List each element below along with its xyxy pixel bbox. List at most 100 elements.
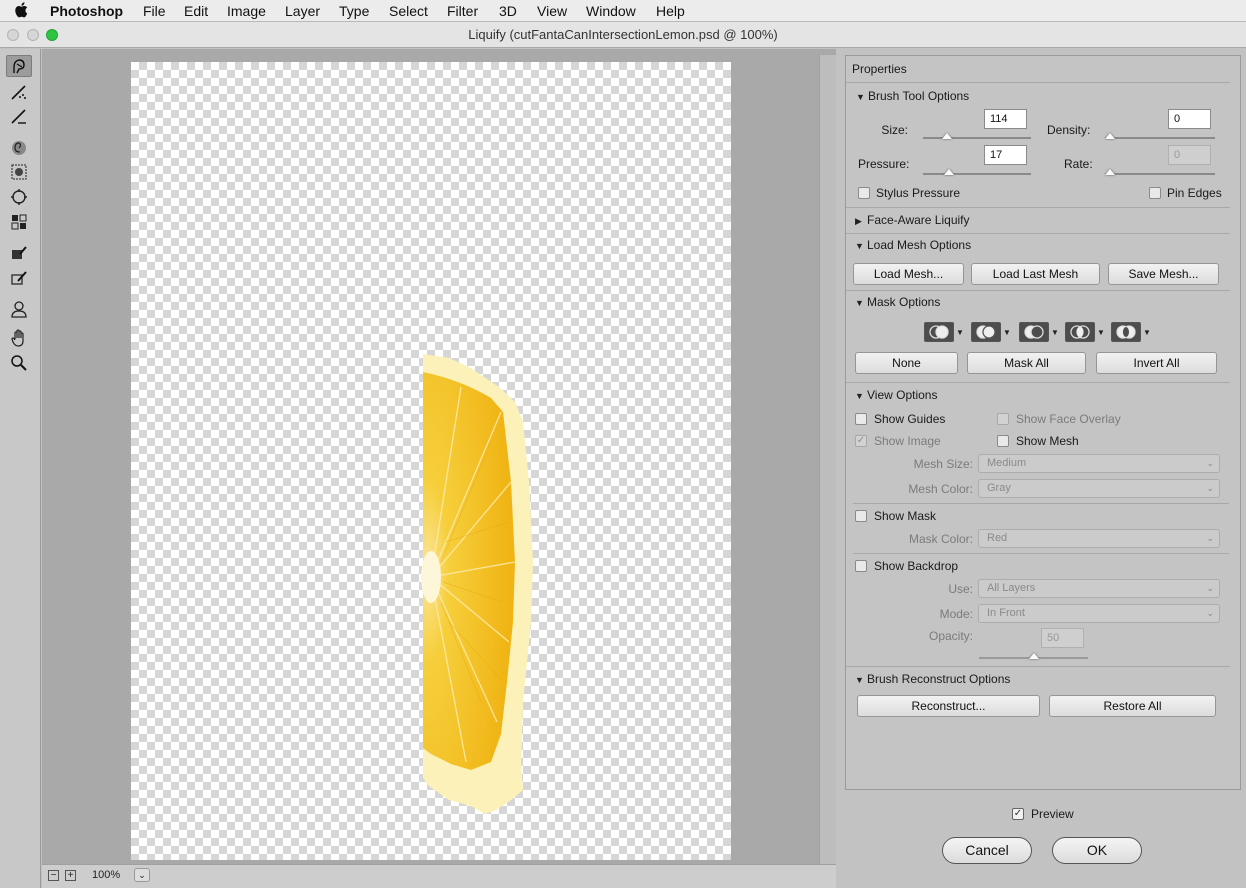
size-label: Size:	[881, 123, 908, 137]
subtract-from-selection-mask-icon[interactable]: ▼	[1019, 322, 1059, 342]
chevron-down-icon: ⌄	[1206, 608, 1214, 618]
load-mesh-options-header[interactable]: ▼ Load Mesh Options	[855, 238, 971, 252]
zoom-bar: − + 100% ⌄	[42, 864, 836, 888]
lemon-slice-image	[421, 354, 533, 814]
mesh-size-select: Medium ⌄	[978, 454, 1220, 473]
menu-view[interactable]: View	[537, 3, 567, 19]
zoom-dropdown-icon[interactable]: ⌄	[134, 868, 150, 882]
pressure-label: Pressure:	[858, 157, 910, 171]
stylus-pressure-checkbox[interactable]	[858, 187, 870, 199]
mask-options-header[interactable]: ▼ Mask Options	[855, 295, 940, 309]
load-last-mesh-button[interactable]: Load Last Mesh	[971, 263, 1100, 285]
liquify-tools-panel	[0, 49, 41, 888]
zoom-out-button[interactable]: −	[48, 870, 59, 881]
pucker-tool-icon[interactable]	[6, 161, 32, 183]
pressure-slider-thumb[interactable]	[943, 169, 954, 175]
window-title: Liquify (cutFantaCanIntersectionLemon.ps…	[468, 27, 778, 42]
cancel-button[interactable]: Cancel	[942, 837, 1032, 864]
mesh-size-label: Mesh Size:	[913, 457, 973, 471]
document-canvas[interactable]	[131, 62, 731, 860]
menu-image[interactable]: Image	[227, 3, 266, 19]
expanded-triangle-icon: ▼	[856, 92, 865, 102]
hand-tool-icon[interactable]	[6, 327, 32, 349]
show-face-overlay-checkbox	[997, 413, 1009, 425]
use-label: Use:	[948, 582, 973, 596]
rate-label: Rate:	[1064, 157, 1093, 171]
preview-label: Preview	[1031, 807, 1074, 821]
show-image-label: Show Image	[874, 434, 941, 448]
pressure-field[interactable]: 17	[984, 145, 1027, 165]
smooth-tool-icon[interactable]	[6, 105, 32, 127]
zoom-in-button[interactable]: +	[65, 870, 76, 881]
menu-3d[interactable]: 3D	[499, 3, 517, 19]
density-slider-thumb[interactable]	[1105, 133, 1115, 139]
density-field[interactable]: 0	[1168, 109, 1211, 129]
pin-edges-checkbox[interactable]	[1149, 187, 1161, 199]
reconstruct-tool-icon[interactable]	[6, 81, 32, 103]
size-field[interactable]: 114	[984, 109, 1027, 129]
menu-help[interactable]: Help	[656, 3, 685, 19]
mesh-color-label: Mesh Color:	[908, 482, 973, 496]
menu-bar: Photoshop File Edit Image Layer Type Sel…	[0, 0, 1246, 22]
thaw-mask-tool-icon[interactable]	[6, 267, 32, 289]
twirl-clockwise-tool-icon[interactable]	[6, 137, 32, 159]
menu-type[interactable]: Type	[339, 3, 369, 19]
ok-button[interactable]: OK	[1052, 837, 1142, 864]
menu-filter[interactable]: Filter	[447, 3, 478, 19]
face-tool-icon[interactable]	[6, 298, 32, 320]
show-image-checkbox: ✓	[855, 435, 867, 447]
menu-edit[interactable]: Edit	[184, 3, 208, 19]
push-left-tool-icon[interactable]	[6, 211, 32, 233]
menu-layer[interactable]: Layer	[285, 3, 320, 19]
save-mesh-button[interactable]: Save Mesh...	[1108, 263, 1219, 285]
menu-window[interactable]: Window	[586, 3, 636, 19]
opacity-field: 50	[1041, 628, 1084, 648]
expanded-triangle-icon: ▼	[855, 298, 864, 308]
freeze-mask-tool-icon[interactable]	[6, 242, 32, 264]
opacity-label: Opacity:	[928, 629, 973, 643]
brush-tool-options-header[interactable]: ▼ Brush Tool Options	[856, 89, 969, 103]
forward-warp-tool-icon[interactable]	[6, 55, 32, 77]
apple-menu-icon[interactable]	[14, 1, 30, 22]
brush-reconstruct-options-header[interactable]: ▼ Brush Reconstruct Options	[855, 672, 1010, 686]
size-slider-thumb[interactable]	[941, 133, 952, 139]
show-backdrop-checkbox[interactable]	[855, 560, 867, 572]
load-mesh-button[interactable]: Load Mesh...	[853, 263, 964, 285]
pressure-slider[interactable]	[923, 173, 1031, 175]
mask-none-button[interactable]: None	[855, 352, 958, 374]
window-title-bar: Liquify (cutFantaCanIntersectionLemon.ps…	[0, 22, 1246, 48]
view-options-header[interactable]: ▼ View Options	[855, 388, 937, 402]
expanded-triangle-icon: ▼	[855, 391, 864, 401]
menu-file[interactable]: File	[143, 3, 166, 19]
add-to-selection-mask-icon[interactable]: ▼	[971, 322, 1011, 342]
menu-select[interactable]: Select	[389, 3, 428, 19]
restore-all-button[interactable]: Restore All	[1049, 695, 1216, 717]
vertical-scrollbar[interactable]	[819, 55, 836, 867]
reconstruct-button[interactable]: Reconstruct...	[857, 695, 1040, 717]
chevron-down-icon: ⌄	[1206, 458, 1214, 468]
show-mesh-checkbox[interactable]	[997, 435, 1009, 447]
stylus-pressure-label: Stylus Pressure	[876, 186, 961, 200]
mesh-color-select: Gray ⌄	[978, 479, 1220, 498]
show-guides-checkbox[interactable]	[855, 413, 867, 425]
show-mask-checkbox[interactable]	[855, 510, 867, 522]
invert-all-button[interactable]: Invert All	[1096, 352, 1217, 374]
chevron-down-icon: ⌄	[1206, 583, 1214, 593]
intersect-with-selection-mask-icon[interactable]: ▼	[1065, 322, 1105, 342]
zoom-level: 100%	[92, 869, 121, 881]
size-slider[interactable]	[923, 137, 1031, 139]
invert-selection-mask-icon[interactable]: ▼	[1111, 322, 1151, 342]
mask-color-select: Red ⌄	[978, 529, 1220, 548]
mask-color-label: Mask Color:	[908, 532, 973, 546]
preview-checkbox[interactable]: ✓	[1012, 808, 1024, 820]
density-slider[interactable]	[1105, 137, 1215, 139]
density-label: Density:	[1047, 123, 1091, 137]
show-backdrop-label: Show Backdrop	[874, 559, 959, 573]
bloat-tool-icon[interactable]	[6, 186, 32, 208]
mask-all-button[interactable]: Mask All	[967, 352, 1086, 374]
zoom-tool-icon[interactable]	[6, 352, 32, 374]
replace-selection-mask-icon[interactable]: ▼	[924, 322, 964, 342]
expanded-triangle-icon: ▼	[855, 241, 864, 251]
face-aware-liquify-header[interactable]: ▶ Face-Aware Liquify	[855, 213, 970, 227]
app-name-menu[interactable]: Photoshop	[50, 3, 123, 19]
